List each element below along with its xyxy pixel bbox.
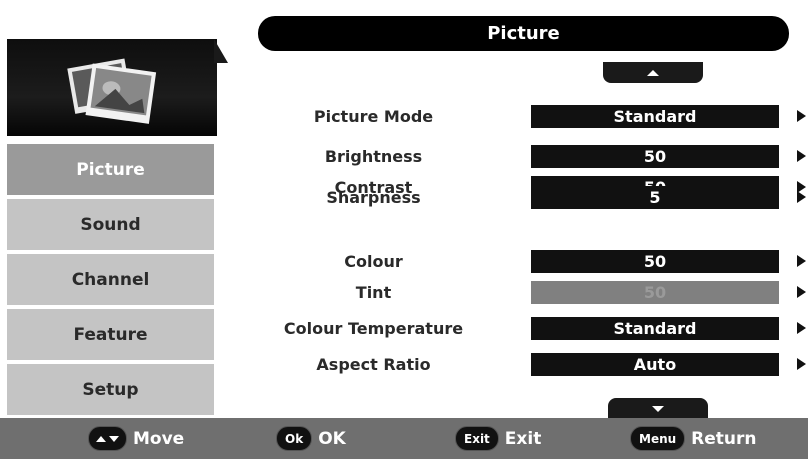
category-icon-panel (7, 39, 217, 136)
exit-key-icon: Exit (455, 426, 499, 451)
chevron-right-icon[interactable] (797, 286, 806, 298)
menu-item-label: Channel (71, 269, 150, 290)
hint-move: Move (88, 418, 184, 459)
setting-label: Sharpness (326, 188, 421, 207)
hint-exit: Exit Exit (455, 418, 541, 459)
scroll-down-button[interactable] (608, 398, 708, 419)
setting-label: Tint (355, 283, 392, 302)
scroll-down-icon (652, 405, 664, 412)
menu-item-label: Setup (82, 379, 139, 400)
setting-row-sharpness[interactable]: Sharpness 5 (217, 184, 808, 211)
setting-row-tint[interactable]: Tint 50 (217, 279, 808, 306)
menu-key-icon: Menu (630, 426, 686, 451)
setting-label: Picture Mode (313, 107, 434, 126)
menu-item-setup[interactable]: Setup (7, 364, 214, 415)
setting-row-colour[interactable]: Colour 50 (217, 248, 808, 275)
setting-value[interactable]: Standard (531, 317, 779, 340)
setting-value: 50 (531, 281, 779, 304)
setting-label: Colour Temperature (283, 319, 464, 338)
picture-photos-icon (67, 58, 157, 124)
setting-row-colour-temperature[interactable]: Colour Temperature Standard (217, 315, 808, 342)
chevron-right-icon[interactable] (797, 150, 806, 162)
hint-label: Return (691, 428, 757, 449)
hint-return: Menu Return (630, 418, 757, 459)
setting-row-aspect-ratio[interactable]: Aspect Ratio Auto (217, 351, 808, 378)
setting-label: Aspect Ratio (316, 355, 431, 374)
menu-item-label: Feature (73, 324, 148, 345)
menu-item-label: Sound (80, 214, 141, 235)
page-title: Picture (258, 16, 789, 51)
hint-label: Move (133, 428, 185, 449)
ok-key-icon: Ok (276, 426, 313, 451)
scroll-up-icon (647, 69, 659, 76)
menu-item-label: Picture (76, 159, 145, 180)
scroll-up-button[interactable] (603, 62, 703, 83)
chevron-right-icon[interactable] (797, 358, 806, 370)
menu-item-feature[interactable]: Feature (7, 309, 214, 360)
setting-value[interactable]: Standard (531, 105, 779, 128)
menu-item-channel[interactable]: Channel (7, 254, 214, 305)
chevron-right-icon[interactable] (797, 191, 806, 203)
hint-ok: Ok OK (276, 418, 346, 459)
chevron-right-icon[interactable] (797, 255, 806, 267)
setting-label: Brightness (324, 147, 423, 166)
menu-item-sound[interactable]: Sound (7, 199, 214, 250)
chevron-right-icon[interactable] (797, 110, 806, 122)
up-down-arrows-icon (88, 426, 127, 451)
chevron-right-icon[interactable] (797, 322, 806, 334)
hint-label: OK (318, 428, 346, 449)
setting-value[interactable]: 50 (531, 145, 779, 168)
hint-label: Exit (504, 428, 542, 449)
setting-row-picture-mode[interactable]: Picture Mode Standard (217, 103, 808, 130)
setting-value[interactable]: Auto (531, 353, 779, 376)
setting-label: Colour (344, 252, 403, 271)
setting-value[interactable]: 5 (531, 186, 779, 209)
setting-value[interactable]: 50 (531, 250, 779, 273)
setting-row-brightness[interactable]: Brightness 50 (217, 143, 808, 170)
menu-item-picture[interactable]: Picture (7, 144, 214, 195)
